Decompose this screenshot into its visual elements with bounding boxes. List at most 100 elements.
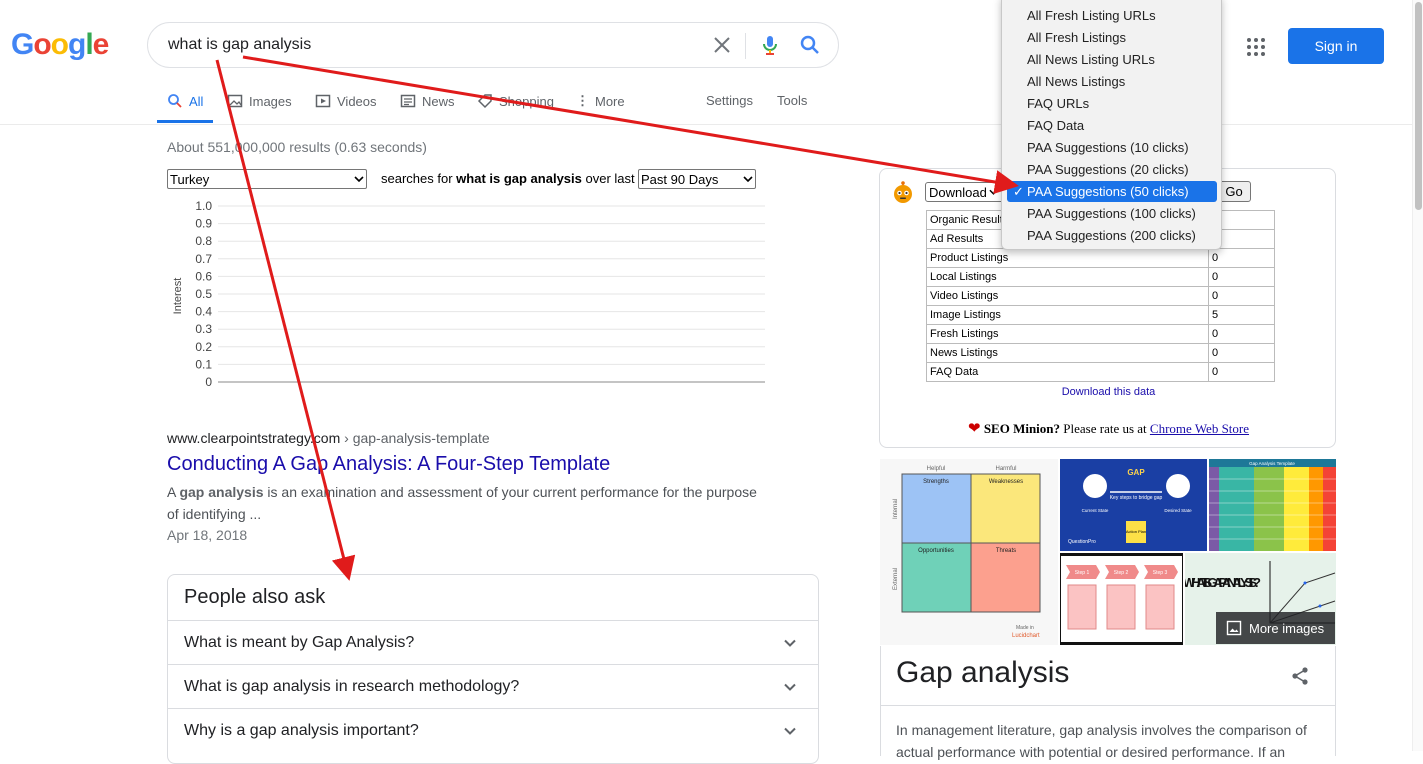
tab-shopping[interactable]: Shopping (477, 93, 554, 109)
google-logo[interactable]: Google (11, 28, 109, 62)
tab-label: Shopping (499, 93, 554, 109)
tab-more[interactable]: ⋮ More (576, 93, 625, 109)
dropdown-option[interactable]: ✓ PAA Suggestions (50 clicks) (1007, 181, 1217, 202)
search-box[interactable] (147, 22, 839, 68)
image-tile-steps[interactable]: Step 1 Step 2 Step 3 (1060, 553, 1183, 645)
listing-value: 0 (1208, 324, 1275, 344)
dropdown-option[interactable]: All Fresh Listings (1007, 27, 1217, 48)
robot-icon (894, 181, 912, 203)
tab-news[interactable]: News (400, 93, 455, 109)
paa-question-text: Why is a gap analysis important? (184, 722, 419, 739)
video-icon (315, 94, 331, 108)
tab-label: Settings (706, 93, 753, 108)
select-value: Past 90 Days (641, 171, 719, 187)
gap-title: GAP (1127, 468, 1145, 477)
news-icon (400, 94, 416, 108)
microphone-icon[interactable] (758, 33, 782, 57)
dropdown-option-label: All News Listings (1027, 74, 1126, 89)
heart-icon: ❤ (967, 421, 981, 437)
tab-label: News (422, 93, 455, 109)
image-tile-swot[interactable]: Helpful Harmful Internal External Streng… (880, 459, 1058, 645)
search-icon (168, 94, 182, 108)
download-select[interactable]: Download (925, 182, 1005, 202)
paa-question[interactable]: Why is a gap analysis important? (168, 708, 818, 752)
dropdown-option[interactable]: PAA Suggestions (10 clicks) (1007, 137, 1217, 158)
chevron-down-icon (989, 189, 998, 195)
dropdown-option[interactable]: All News Listings (1007, 71, 1217, 92)
search-input[interactable] (168, 36, 688, 54)
dropdown-option-label: PAA Suggestions (200 clicks) (1027, 228, 1196, 243)
download-data-link[interactable]: Download this data (880, 386, 1337, 398)
swot-thumbnail: Helpful Harmful Internal External Streng… (893, 466, 1041, 639)
image-tile-gap-template[interactable]: Gap Analysis Template (1209, 459, 1336, 551)
dropdown-option[interactable]: PAA Suggestions (200 clicks) (1007, 225, 1217, 246)
listing-value: 0 (1208, 286, 1275, 306)
paa-question[interactable]: What is meant by Gap Analysis? (168, 620, 818, 664)
knowledge-title: Gap analysis (896, 656, 1070, 689)
clear-icon[interactable] (710, 33, 734, 57)
snippet-bold: gap analysis (179, 484, 264, 500)
tab-label: Videos (337, 93, 377, 109)
dropdown-option-label: FAQ URLs (1027, 96, 1090, 111)
sign-in-button[interactable]: Sign in (1288, 28, 1384, 64)
listings-row: Image Listings 5 (926, 305, 1275, 325)
listing-label: Fresh Listings (926, 324, 1209, 344)
select-value: Turkey (170, 171, 210, 187)
paa-question-text: What is meant by Gap Analysis? (184, 634, 415, 651)
logo-letter: l (85, 28, 93, 61)
tab-tools[interactable]: Tools (777, 93, 807, 108)
image-results: Helpful Harmful Internal External Streng… (880, 459, 1336, 646)
tab-label: All (189, 93, 204, 109)
y-tick-label: 0.8 (195, 234, 212, 248)
gap-brand: QuestionPro (1068, 539, 1096, 545)
dropdown-option-label: All News Listing URLs (1027, 52, 1155, 67)
listings-row: News Listings 0 (926, 343, 1275, 363)
dropdown-option-label: FAQ Data (1027, 118, 1085, 133)
y-tick-label: 0.5 (195, 287, 212, 301)
scrollbar[interactable] (1412, 0, 1423, 751)
tab-settings[interactable]: Settings (706, 93, 753, 108)
rate-us-line: ❤ SEO Minion? Please rate us at Chrome W… (880, 419, 1337, 438)
image-tile-gap[interactable]: GAP Key steps to bridge gap Current Stat… (1060, 459, 1207, 551)
chevron-down-icon (784, 727, 796, 735)
dropdown-option[interactable]: PAA Suggestions (20 clicks) (1007, 159, 1217, 180)
dropdown-option[interactable]: FAQ Data (1007, 115, 1217, 136)
dropdown-option[interactable]: All Fresh Listing URLs (1007, 5, 1217, 26)
listing-label: News Listings (926, 343, 1209, 363)
dropdown-option-label: All Fresh Listing URLs (1027, 8, 1156, 23)
tab-images[interactable]: Images (227, 93, 292, 109)
country-select[interactable]: Turkey (167, 169, 367, 189)
more-images-button[interactable]: More images (1216, 612, 1335, 644)
go-button[interactable]: Go (1217, 181, 1251, 202)
period-select[interactable]: Past 90 Days (638, 169, 756, 189)
dropdown-option[interactable]: FAQ URLs (1007, 93, 1217, 114)
result-breadcrumb: › gap-analysis-template (340, 430, 490, 446)
logo-letter: g (68, 28, 86, 61)
y-tick-label: 0.3 (195, 322, 212, 336)
chrome-web-store-link[interactable]: Chrome Web Store (1150, 421, 1249, 436)
paa-question[interactable]: What is gap analysis in research methodo… (168, 664, 818, 708)
tab-videos[interactable]: Videos (315, 93, 377, 109)
dropdown-option[interactable]: All News Listing URLs (1007, 49, 1217, 70)
gap-current: Current State (1082, 508, 1109, 513)
paa-title: People also ask (184, 586, 326, 608)
share-icon[interactable] (1290, 666, 1310, 686)
result-url[interactable]: www.clearpointstrategy.com › gap-analysi… (167, 430, 490, 446)
listing-value: 0 (1208, 248, 1275, 268)
listing-label: Product Listings (926, 248, 1209, 268)
apps-grid-icon[interactable] (1246, 37, 1266, 57)
tag-icon (477, 94, 492, 109)
step-label: Step 2 (1114, 570, 1129, 576)
listing-value: 0 (1208, 343, 1275, 363)
gap-template-title: Gap Analysis Template (1249, 461, 1295, 466)
dropdown-option[interactable]: PAA Suggestions (100 clicks) (1007, 203, 1217, 224)
chevron-down-icon (784, 639, 796, 647)
search-icon[interactable] (798, 33, 822, 57)
result-snippet: A gap analysis is an examination and ass… (167, 481, 767, 525)
result-title-link[interactable]: Conducting A Gap Analysis: A Four-Step T… (167, 453, 610, 476)
swot-opportunities: Opportunities (918, 548, 954, 554)
listing-value: 0 (1208, 267, 1275, 287)
scrollbar-thumb[interactable] (1415, 2, 1422, 210)
result-date: Apr 18, 2018 (167, 527, 248, 543)
tab-all[interactable]: All (167, 93, 203, 109)
